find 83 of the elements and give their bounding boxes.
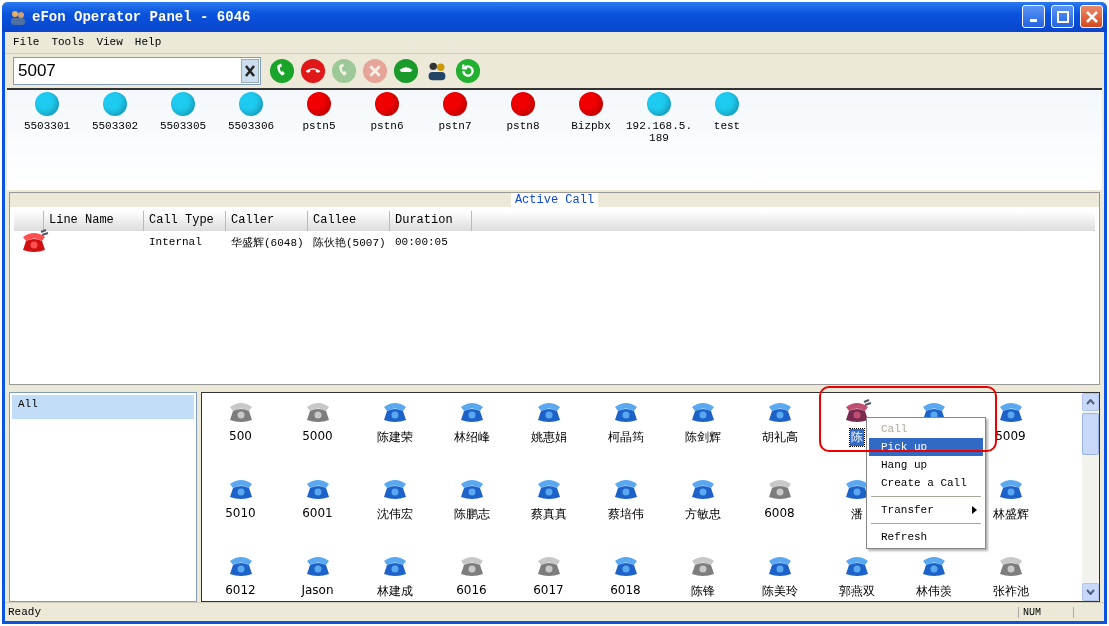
column-header[interactable]: Caller — [226, 211, 308, 232]
trunk-label: pstn5 — [301, 119, 337, 132]
table-cell-text: 陈伙艳(5007) — [312, 235, 387, 250]
extension-label[interactable]: 林盛辉 — [991, 506, 1030, 524]
extension-label[interactable]: 蔡真真 — [529, 506, 568, 524]
extension-label[interactable]: 姚惠娟 — [529, 429, 568, 447]
maximize-icon — [1056, 10, 1069, 23]
num-lock-indicator: NUM — [1018, 606, 1074, 618]
hang-up-icon — [300, 58, 326, 84]
extension-label[interactable]: 林绍峰 — [452, 429, 491, 447]
trunk-label: 5503301 — [22, 119, 72, 132]
minimize-button[interactable] — [1022, 5, 1045, 29]
trunk-label: 5503305 — [158, 119, 208, 132]
clear-button[interactable] — [241, 59, 259, 83]
column-header[interactable]: Duration — [390, 211, 472, 232]
extension-label[interactable]: 6018 — [609, 583, 642, 598]
trunk-label: pstn7 — [437, 119, 473, 132]
trunk-label: 5503302 — [90, 119, 140, 132]
extension-label[interactable]: 陈建荣 — [375, 429, 414, 447]
phone-icon — [269, 58, 295, 84]
scroll-thumb[interactable] — [1082, 413, 1099, 456]
extension-label[interactable]: 林伟羡 — [914, 583, 953, 601]
window-title: eFon Operator Panel - 6046 — [32, 8, 252, 25]
close-button[interactable] — [1080, 5, 1103, 29]
scroll-down-button[interactable] — [1082, 583, 1099, 602]
column-header[interactable]: Callee — [308, 211, 390, 232]
extension-label[interactable]: 张祚池 — [991, 583, 1030, 601]
trunk-label: test — [712, 119, 742, 132]
extension-label[interactable]: 5010 — [224, 506, 257, 521]
table-cell-text: 华盛辉(6048) — [230, 235, 305, 250]
people-icon — [10, 8, 26, 25]
scrollbar[interactable] — [1082, 393, 1099, 602]
group-item[interactable]: All — [12, 395, 194, 420]
trunk-label: 192.168.5.189 — [625, 119, 693, 144]
extension-label[interactable]: 6017 — [532, 583, 565, 598]
menu-item[interactable]: View — [96, 36, 123, 49]
maximize-button[interactable] — [1051, 5, 1074, 29]
menu-item[interactable]: Transfer — [869, 501, 983, 520]
extension-label[interactable]: 方敏忠 — [683, 506, 722, 524]
refresh-icon — [455, 58, 481, 84]
extension-label[interactable]: 蔡培伟 — [606, 506, 645, 524]
extension-label[interactable]: 陈美玲 — [760, 583, 799, 601]
table-cell-text: Internal — [148, 236, 203, 249]
column-header[interactable]: Line Name — [44, 211, 144, 232]
clear-icon — [245, 65, 255, 77]
trunk-label: pstn6 — [369, 119, 405, 132]
menu-item[interactable]: Hang up — [869, 456, 983, 475]
extension-label[interactable]: 柯晶筠 — [606, 429, 645, 447]
panel-title: Active Call — [510, 193, 599, 208]
extension-label[interactable]: 6008 — [763, 506, 796, 521]
extension-label[interactable]: 潘 — [849, 506, 864, 524]
extension-label[interactable]: 郭燕双 — [837, 583, 876, 601]
scroll-up-button[interactable] — [1082, 393, 1099, 412]
submenu-arrow-icon — [972, 506, 977, 515]
table-cell-text: 00:00:05 — [394, 236, 449, 249]
extension-label[interactable]: 陈锋 — [689, 583, 716, 601]
extension-label[interactable]: 林建成 — [375, 583, 414, 601]
menu-item[interactable]: Tools — [51, 36, 85, 49]
trunk-label: pstn8 — [505, 119, 541, 132]
cancel-icon — [362, 58, 388, 84]
menu-item[interactable]: File — [13, 36, 40, 49]
trunk-label: Bizpbx — [570, 119, 612, 132]
minimize-icon — [1030, 19, 1037, 23]
extension-label[interactable]: 6016 — [455, 583, 488, 598]
extension-label[interactable]: 500 — [228, 429, 253, 444]
close-icon — [1085, 10, 1098, 23]
extension-label[interactable]: 5000 — [301, 429, 334, 444]
menu-item[interactable]: Refresh — [869, 528, 983, 547]
extension-label[interactable]: 胡礼高 — [760, 429, 799, 447]
menu-item[interactable]: Create a Call — [869, 474, 983, 493]
trunk-label: 5503306 — [226, 119, 276, 132]
column-header[interactable]: Call Type — [144, 211, 226, 232]
status-text: Ready — [7, 606, 42, 619]
extension-label[interactable]: 6001 — [301, 506, 334, 521]
extension-label[interactable]: 陈 — [849, 429, 864, 447]
extension-label[interactable]: 沈伟宏 — [375, 506, 414, 524]
extension-label[interactable]: 陈鹏志 — [452, 506, 491, 524]
dial-field[interactable]: 5007 — [13, 57, 261, 85]
extension-label[interactable]: 5009 — [994, 429, 1027, 444]
extension-label[interactable]: Jason — [300, 583, 335, 598]
menu-item[interactable]: Help — [134, 36, 162, 49]
extension-label[interactable]: 6012 — [224, 583, 257, 598]
extension-label[interactable]: 陈剑辉 — [683, 429, 722, 447]
